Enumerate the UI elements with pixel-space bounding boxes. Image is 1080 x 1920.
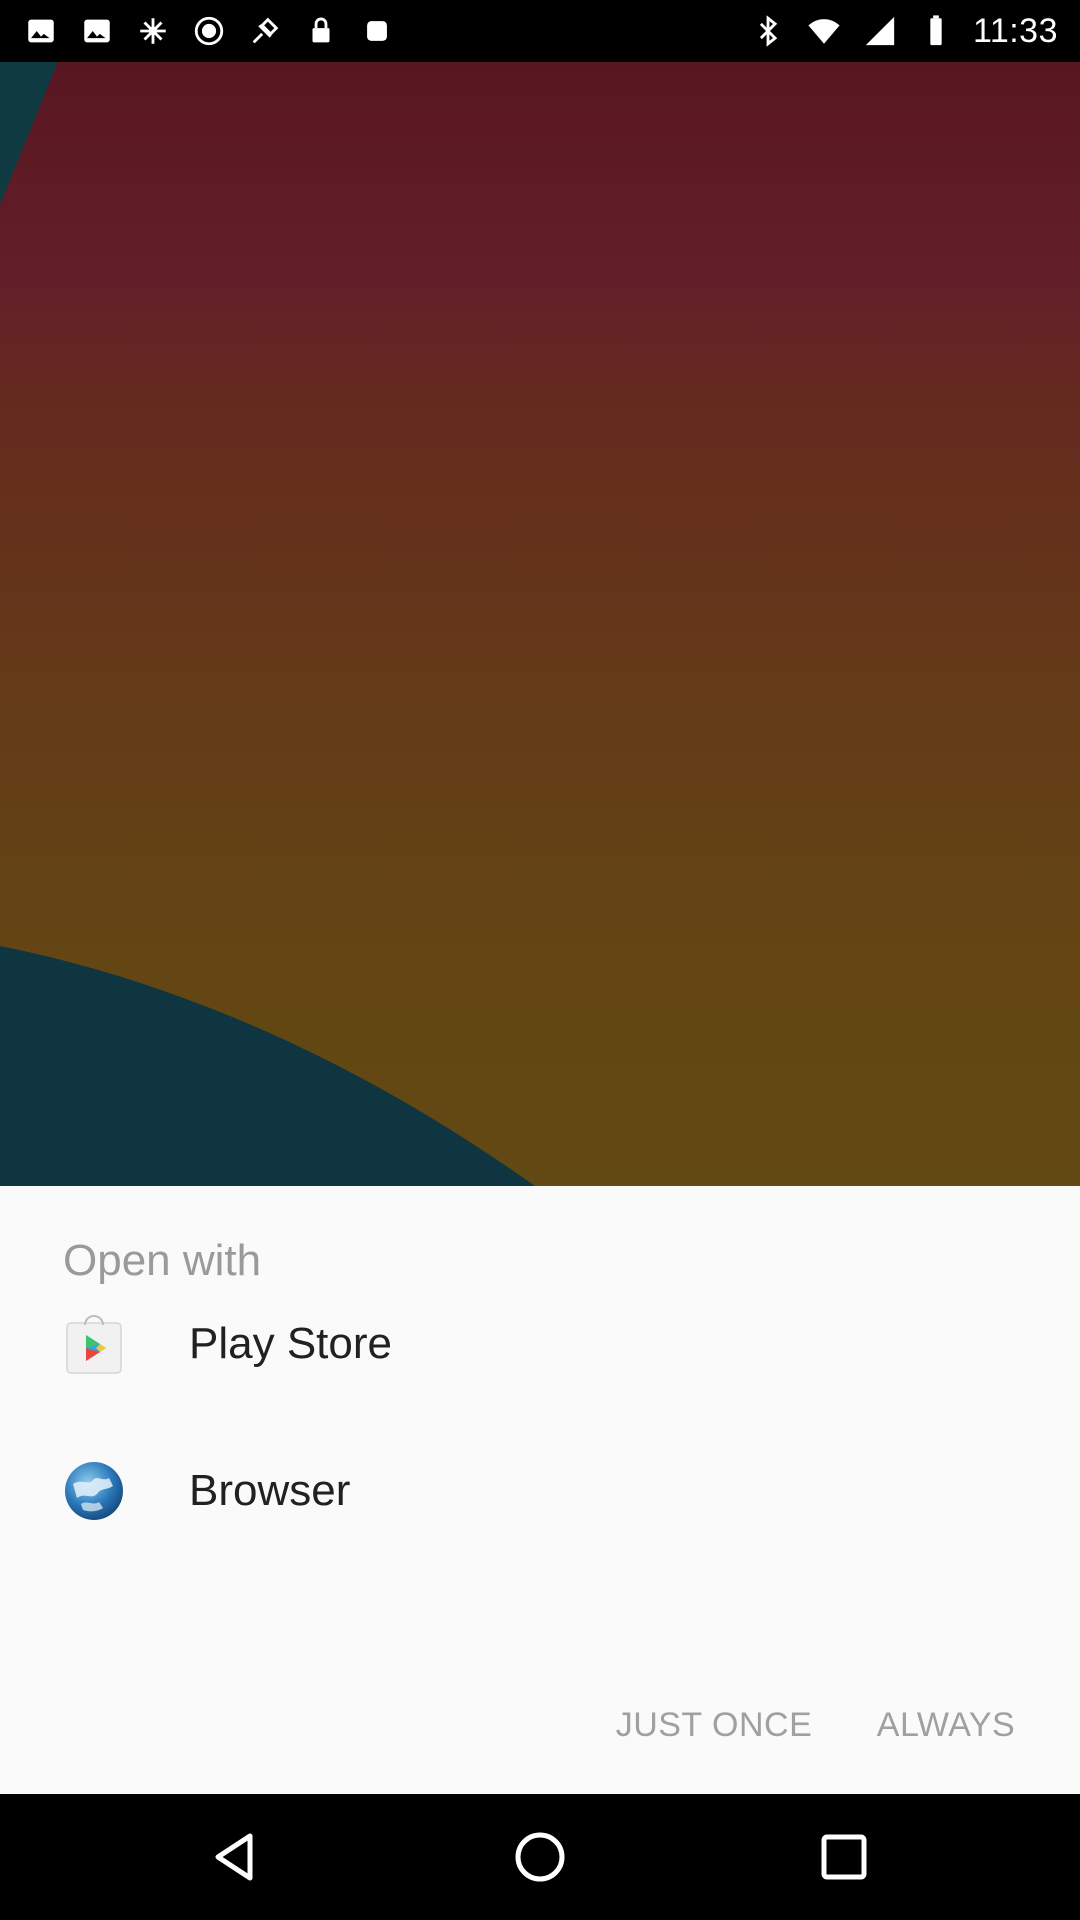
app-option-browser[interactable]: Browser xyxy=(0,1421,1080,1561)
status-bar-right: 11:33 xyxy=(749,12,1058,51)
wifi-icon xyxy=(805,12,843,50)
just-once-button[interactable]: JUST ONCE xyxy=(600,1680,828,1770)
status-clock: 11:33 xyxy=(972,11,1058,50)
square-icon xyxy=(358,12,396,50)
navigation-bar xyxy=(0,1794,1080,1920)
status-bar-left xyxy=(22,12,396,50)
recents-icon[interactable] xyxy=(809,1822,879,1892)
status-bar: 11:33 xyxy=(0,0,1080,62)
app-label-browser: Browser xyxy=(189,1466,351,1515)
home-icon[interactable] xyxy=(505,1822,575,1892)
fake-gps-icon xyxy=(246,12,284,50)
bluetooth-icon xyxy=(749,12,787,50)
lock-icon xyxy=(302,12,340,50)
dimmed-background[interactable] xyxy=(0,62,1080,1186)
always-button[interactable]: ALWAYS xyxy=(862,1680,1030,1770)
image-icon xyxy=(22,12,60,50)
satellite-icon xyxy=(134,12,172,50)
battery-icon xyxy=(917,12,955,50)
wallpaper-curve xyxy=(0,946,535,1186)
open-with-sheet: Open with Play Store Browser JUST ONCE A… xyxy=(0,1186,1080,1794)
signal-icon xyxy=(861,12,899,50)
wallpaper-shape xyxy=(0,62,65,232)
play-store-icon xyxy=(63,1313,125,1375)
back-icon[interactable] xyxy=(202,1822,272,1892)
image-icon xyxy=(78,12,116,50)
record-icon xyxy=(190,12,228,50)
app-option-play-store[interactable]: Play Store xyxy=(0,1274,1080,1414)
globe-icon xyxy=(63,1460,125,1522)
screen: 11:33 Open with Play Store Browser JUST … xyxy=(0,0,1080,1920)
app-label-play-store: Play Store xyxy=(189,1319,392,1368)
